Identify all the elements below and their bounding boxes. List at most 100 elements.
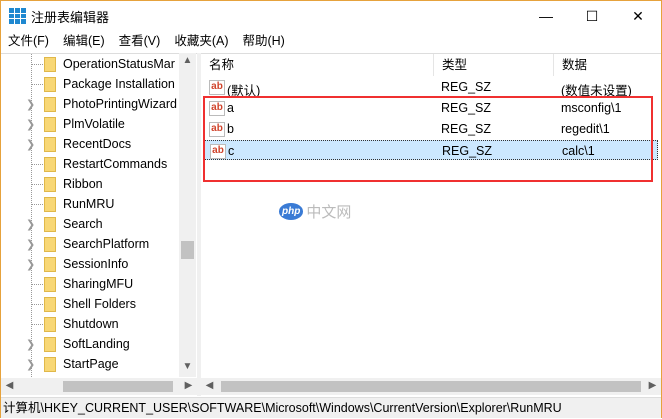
- scroll-right-icon[interactable]: ▶: [180, 380, 197, 391]
- scroll-thumb[interactable]: [181, 241, 194, 259]
- tree-connector: [31, 324, 43, 325]
- chevron-right-icon[interactable]: ❯: [26, 238, 35, 251]
- menu-favorites[interactable]: 收藏夹(A): [167, 31, 235, 51]
- folder-icon: [44, 57, 56, 72]
- tree-item-label: Shell Folders: [63, 297, 136, 311]
- tree-item[interactable]: Shell Folders: [1, 294, 179, 314]
- column-header-type[interactable]: 类型: [434, 54, 554, 76]
- folder-icon: [44, 117, 56, 132]
- chevron-right-icon[interactable]: ❯: [26, 218, 35, 231]
- scroll-up-icon[interactable]: ▲: [179, 55, 196, 66]
- scroll-left-icon[interactable]: ◀: [201, 380, 218, 391]
- tree-item[interactable]: ❯ RecentDocs: [1, 134, 179, 154]
- regedit-app-icon: [9, 8, 26, 24]
- scroll-thumb[interactable]: [63, 381, 173, 392]
- folder-icon: [44, 157, 56, 172]
- menu-view[interactable]: 查看(V): [112, 31, 168, 51]
- scroll-down-icon[interactable]: ▼: [179, 361, 196, 372]
- tree-item[interactable]: Package Installation: [1, 74, 179, 94]
- window-title: 注册表编辑器: [31, 9, 110, 25]
- watermark: php 中文网: [279, 201, 351, 222]
- tree-item-label: SessionInfo: [63, 257, 129, 271]
- menu-help[interactable]: 帮助(H): [235, 31, 291, 51]
- tree-vertical-scrollbar[interactable]: ▲ ▼: [179, 53, 196, 377]
- chevron-right-icon[interactable]: ❯: [26, 138, 35, 151]
- chevron-right-icon[interactable]: ❯: [26, 338, 35, 351]
- tree-item[interactable]: OperationStatusMar: [1, 54, 179, 74]
- highlight-annotation-box: [203, 96, 653, 182]
- tree-connector: [31, 64, 43, 65]
- chevron-right-icon[interactable]: ❯: [26, 358, 35, 371]
- tree-connector: [31, 184, 43, 185]
- folder-icon: [44, 357, 56, 372]
- tree-horizontal-scrollbar[interactable]: ◀ ▶: [1, 378, 197, 395]
- tree-connector: [31, 164, 43, 165]
- folder-icon: [44, 77, 56, 92]
- tree-item[interactable]: ❯ SessionInfo: [1, 254, 179, 274]
- tree-item-label: RestartCommands: [63, 157, 168, 171]
- folder-icon: [44, 97, 56, 112]
- tree-item[interactable]: ❯ StartPage: [1, 354, 179, 374]
- tree-item-label: SharingMFU: [63, 277, 134, 291]
- tree-item[interactable]: ❯ PlmVolatile: [1, 114, 179, 134]
- tree-item-label: OperationStatusMar: [63, 57, 175, 71]
- watermark-text: 中文网: [306, 204, 352, 221]
- column-header-name[interactable]: 名称: [201, 54, 434, 76]
- tree-item-label: RunMRU: [63, 197, 115, 211]
- chevron-right-icon[interactable]: ❯: [26, 118, 35, 131]
- folder-icon: [44, 217, 56, 232]
- folder-icon: [44, 337, 56, 352]
- tree-connector: [31, 284, 43, 285]
- tree-item[interactable]: RestartCommands: [1, 154, 179, 174]
- tree-item[interactable]: ❯ SearchPlatform: [1, 234, 179, 254]
- folder-icon: [44, 137, 56, 152]
- tree-item-label: StartPage: [63, 357, 119, 371]
- menu-file[interactable]: 文件(F): [1, 31, 56, 51]
- tree-item[interactable]: Shutdown: [1, 314, 179, 334]
- column-header-data[interactable]: 数据: [554, 54, 661, 76]
- tree-item-label: SearchPlatform: [63, 237, 150, 251]
- maximize-button[interactable]: ☐: [569, 1, 615, 31]
- folder-icon: [44, 317, 56, 332]
- scroll-thumb[interactable]: [221, 381, 641, 392]
- chevron-right-icon[interactable]: ❯: [26, 258, 35, 271]
- tree-item-label: Package Installation: [63, 77, 175, 91]
- tree-item[interactable]: ❯ PhotoPrintingWizard: [1, 94, 179, 114]
- scroll-right-icon[interactable]: ▶: [644, 380, 661, 391]
- folder-icon: [44, 177, 56, 192]
- tree-item-label: RecentDocs: [63, 137, 132, 151]
- tree-item[interactable]: RunMRU: [1, 194, 179, 214]
- tree-item[interactable]: SharingMFU: [1, 274, 179, 294]
- tree-item-label: Shutdown: [63, 317, 119, 331]
- tree-item-label: Search: [63, 217, 103, 231]
- tree-connector: [31, 84, 43, 85]
- folder-icon: [44, 237, 56, 252]
- title-bar: 注册表编辑器 — ☐ ✕: [1, 1, 661, 31]
- status-bar-path: 计算机\HKEY_CURRENT_USER\SOFTWARE\Microsoft…: [1, 397, 661, 418]
- tree-item-label: SoftLanding: [63, 337, 130, 351]
- close-button[interactable]: ✕: [615, 1, 661, 31]
- tree-item-label: Ribbon: [63, 177, 103, 191]
- scroll-left-icon[interactable]: ◀: [1, 380, 18, 391]
- tree-item-label: PlmVolatile: [63, 117, 125, 131]
- minimize-button[interactable]: —: [523, 1, 569, 31]
- watermark-logo: php: [279, 203, 304, 220]
- tree-item[interactable]: Ribbon: [1, 174, 179, 194]
- registry-key-tree: OperationStatusMar Package Installation ❯ P…: [1, 53, 197, 377]
- tree-connector: [31, 204, 43, 205]
- string-value-icon: ab: [209, 80, 225, 95]
- folder-icon: [44, 197, 56, 212]
- value-row[interactable]: ab (默认) REG_SZ (数值未设置): [203, 77, 658, 98]
- tree-item[interactable]: ❯ SoftLanding: [1, 334, 179, 354]
- folder-icon: [44, 297, 56, 312]
- tree-item[interactable]: ❯ Search: [1, 214, 179, 234]
- folder-icon: [44, 277, 56, 292]
- chevron-right-icon[interactable]: ❯: [26, 98, 35, 111]
- menu-edit[interactable]: 编辑(E): [56, 31, 112, 51]
- tree-item-label: PhotoPrintingWizard: [63, 97, 177, 111]
- menu-bar: 文件(F) 编辑(E) 查看(V) 收藏夹(A) 帮助(H): [1, 31, 292, 51]
- folder-icon: [44, 257, 56, 272]
- tree-connector: [31, 304, 43, 305]
- value-type: REG_SZ: [441, 80, 492, 94]
- list-horizontal-scrollbar[interactable]: ◀ ▶: [201, 378, 661, 395]
